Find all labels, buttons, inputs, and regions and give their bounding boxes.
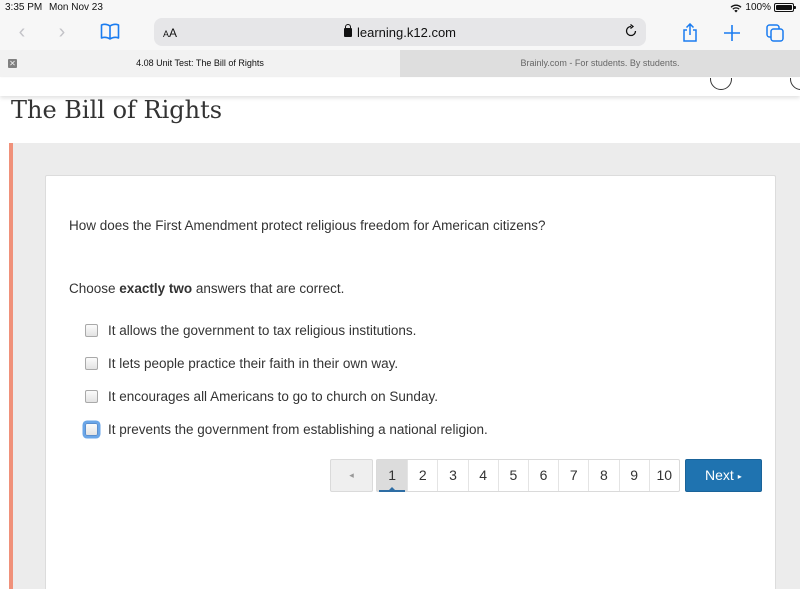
answer-checkbox[interactable] xyxy=(85,390,98,403)
page-button-current[interactable]: 1 xyxy=(377,460,408,492)
answer-options: It allows the government to tax religiou… xyxy=(85,314,488,446)
tab-bar: ✕ 4.08 Unit Test: The Bill of Rights Bra… xyxy=(0,50,800,77)
tabs-icon[interactable] xyxy=(765,23,785,43)
page-button[interactable]: 3 xyxy=(437,460,467,491)
url-text: learning.k12.com xyxy=(357,25,456,40)
page-button[interactable]: 2 xyxy=(407,460,437,491)
status-date: Mon Nov 23 xyxy=(49,2,103,13)
battery-percent: 100% xyxy=(745,2,771,13)
answer-option[interactable]: It prevents the government from establis… xyxy=(85,413,488,446)
status-bar: 3:35 PM Mon Nov 23 100% xyxy=(0,0,800,16)
close-tab-icon[interactable]: ✕ xyxy=(8,59,17,68)
answer-option[interactable]: It lets people practice their faith in t… xyxy=(85,347,488,380)
tab-brainly[interactable]: Brainly.com - For students. By students. xyxy=(400,50,800,77)
tab-title: 4.08 Unit Test: The Bill of Rights xyxy=(136,58,264,68)
instructions-emphasis: exactly two xyxy=(119,281,193,296)
site-header xyxy=(0,78,800,96)
page-button[interactable]: 8 xyxy=(588,460,618,491)
answer-label[interactable]: It encourages all Americans to go to chu… xyxy=(108,389,438,404)
answer-option[interactable]: It allows the government to tax religiou… xyxy=(85,314,488,347)
answer-checkbox[interactable] xyxy=(85,423,98,436)
battery-icon xyxy=(774,3,796,12)
page-button[interactable]: 6 xyxy=(527,460,558,491)
status-right: 100% xyxy=(730,2,796,13)
page-button[interactable]: 5 xyxy=(497,460,528,491)
answer-label[interactable]: It prevents the government from establis… xyxy=(108,422,488,437)
pagination: ◂ 1 2 3 4 5 6 7 8 9 10 Next ▸ xyxy=(330,459,762,492)
header-icon[interactable] xyxy=(710,78,732,90)
previous-button[interactable]: ◂ xyxy=(330,459,373,492)
lock-icon xyxy=(344,24,352,37)
answer-checkbox[interactable] xyxy=(85,324,98,337)
answer-label[interactable]: It allows the government to tax religiou… xyxy=(108,323,416,338)
page-button[interactable]: 9 xyxy=(618,460,649,491)
wifi-icon xyxy=(730,4,742,12)
panel-accent-bar xyxy=(9,143,13,589)
answer-checkbox[interactable] xyxy=(85,357,98,370)
new-tab-icon[interactable] xyxy=(722,23,742,43)
page-button[interactable]: 7 xyxy=(558,460,588,491)
instructions: Choose exactly two answers that are corr… xyxy=(69,281,345,296)
question-text: How does the First Amendment protect rel… xyxy=(69,218,546,233)
page-bottom xyxy=(0,589,800,600)
tab-unit-test[interactable]: ✕ 4.08 Unit Test: The Bill of Rights xyxy=(0,50,400,77)
page-button[interactable]: 10 xyxy=(648,460,679,491)
page-title: The Bill of Rights xyxy=(11,96,223,124)
answer-label[interactable]: It lets people practice their faith in t… xyxy=(108,356,398,371)
tab-title: Brainly.com - For students. By students. xyxy=(520,58,680,68)
page-button[interactable]: 4 xyxy=(467,460,498,491)
page-numbers: 1 2 3 4 5 6 7 8 9 10 xyxy=(376,459,680,492)
back-icon[interactable]: ‹ xyxy=(12,22,32,42)
next-arrow-icon: ▸ xyxy=(737,472,742,481)
forward-icon[interactable]: › xyxy=(52,22,72,42)
answer-option[interactable]: It encourages all Americans to go to chu… xyxy=(85,380,488,413)
url-display[interactable]: learning.k12.com xyxy=(154,24,646,40)
reload-icon[interactable] xyxy=(624,24,638,38)
header-icon[interactable] xyxy=(790,78,800,90)
question-card: How does the First Amendment protect rel… xyxy=(45,175,776,589)
status-time: 3:35 PM xyxy=(5,2,43,13)
question-panel: How does the First Amendment protect rel… xyxy=(9,143,800,589)
next-button[interactable]: Next ▸ xyxy=(684,459,762,492)
browser-toolbar: ‹ › AA learning.k12.com xyxy=(0,16,800,50)
share-icon[interactable] xyxy=(680,23,700,43)
address-bar[interactable]: AA learning.k12.com xyxy=(154,18,646,46)
bookmarks-icon[interactable] xyxy=(100,23,120,41)
